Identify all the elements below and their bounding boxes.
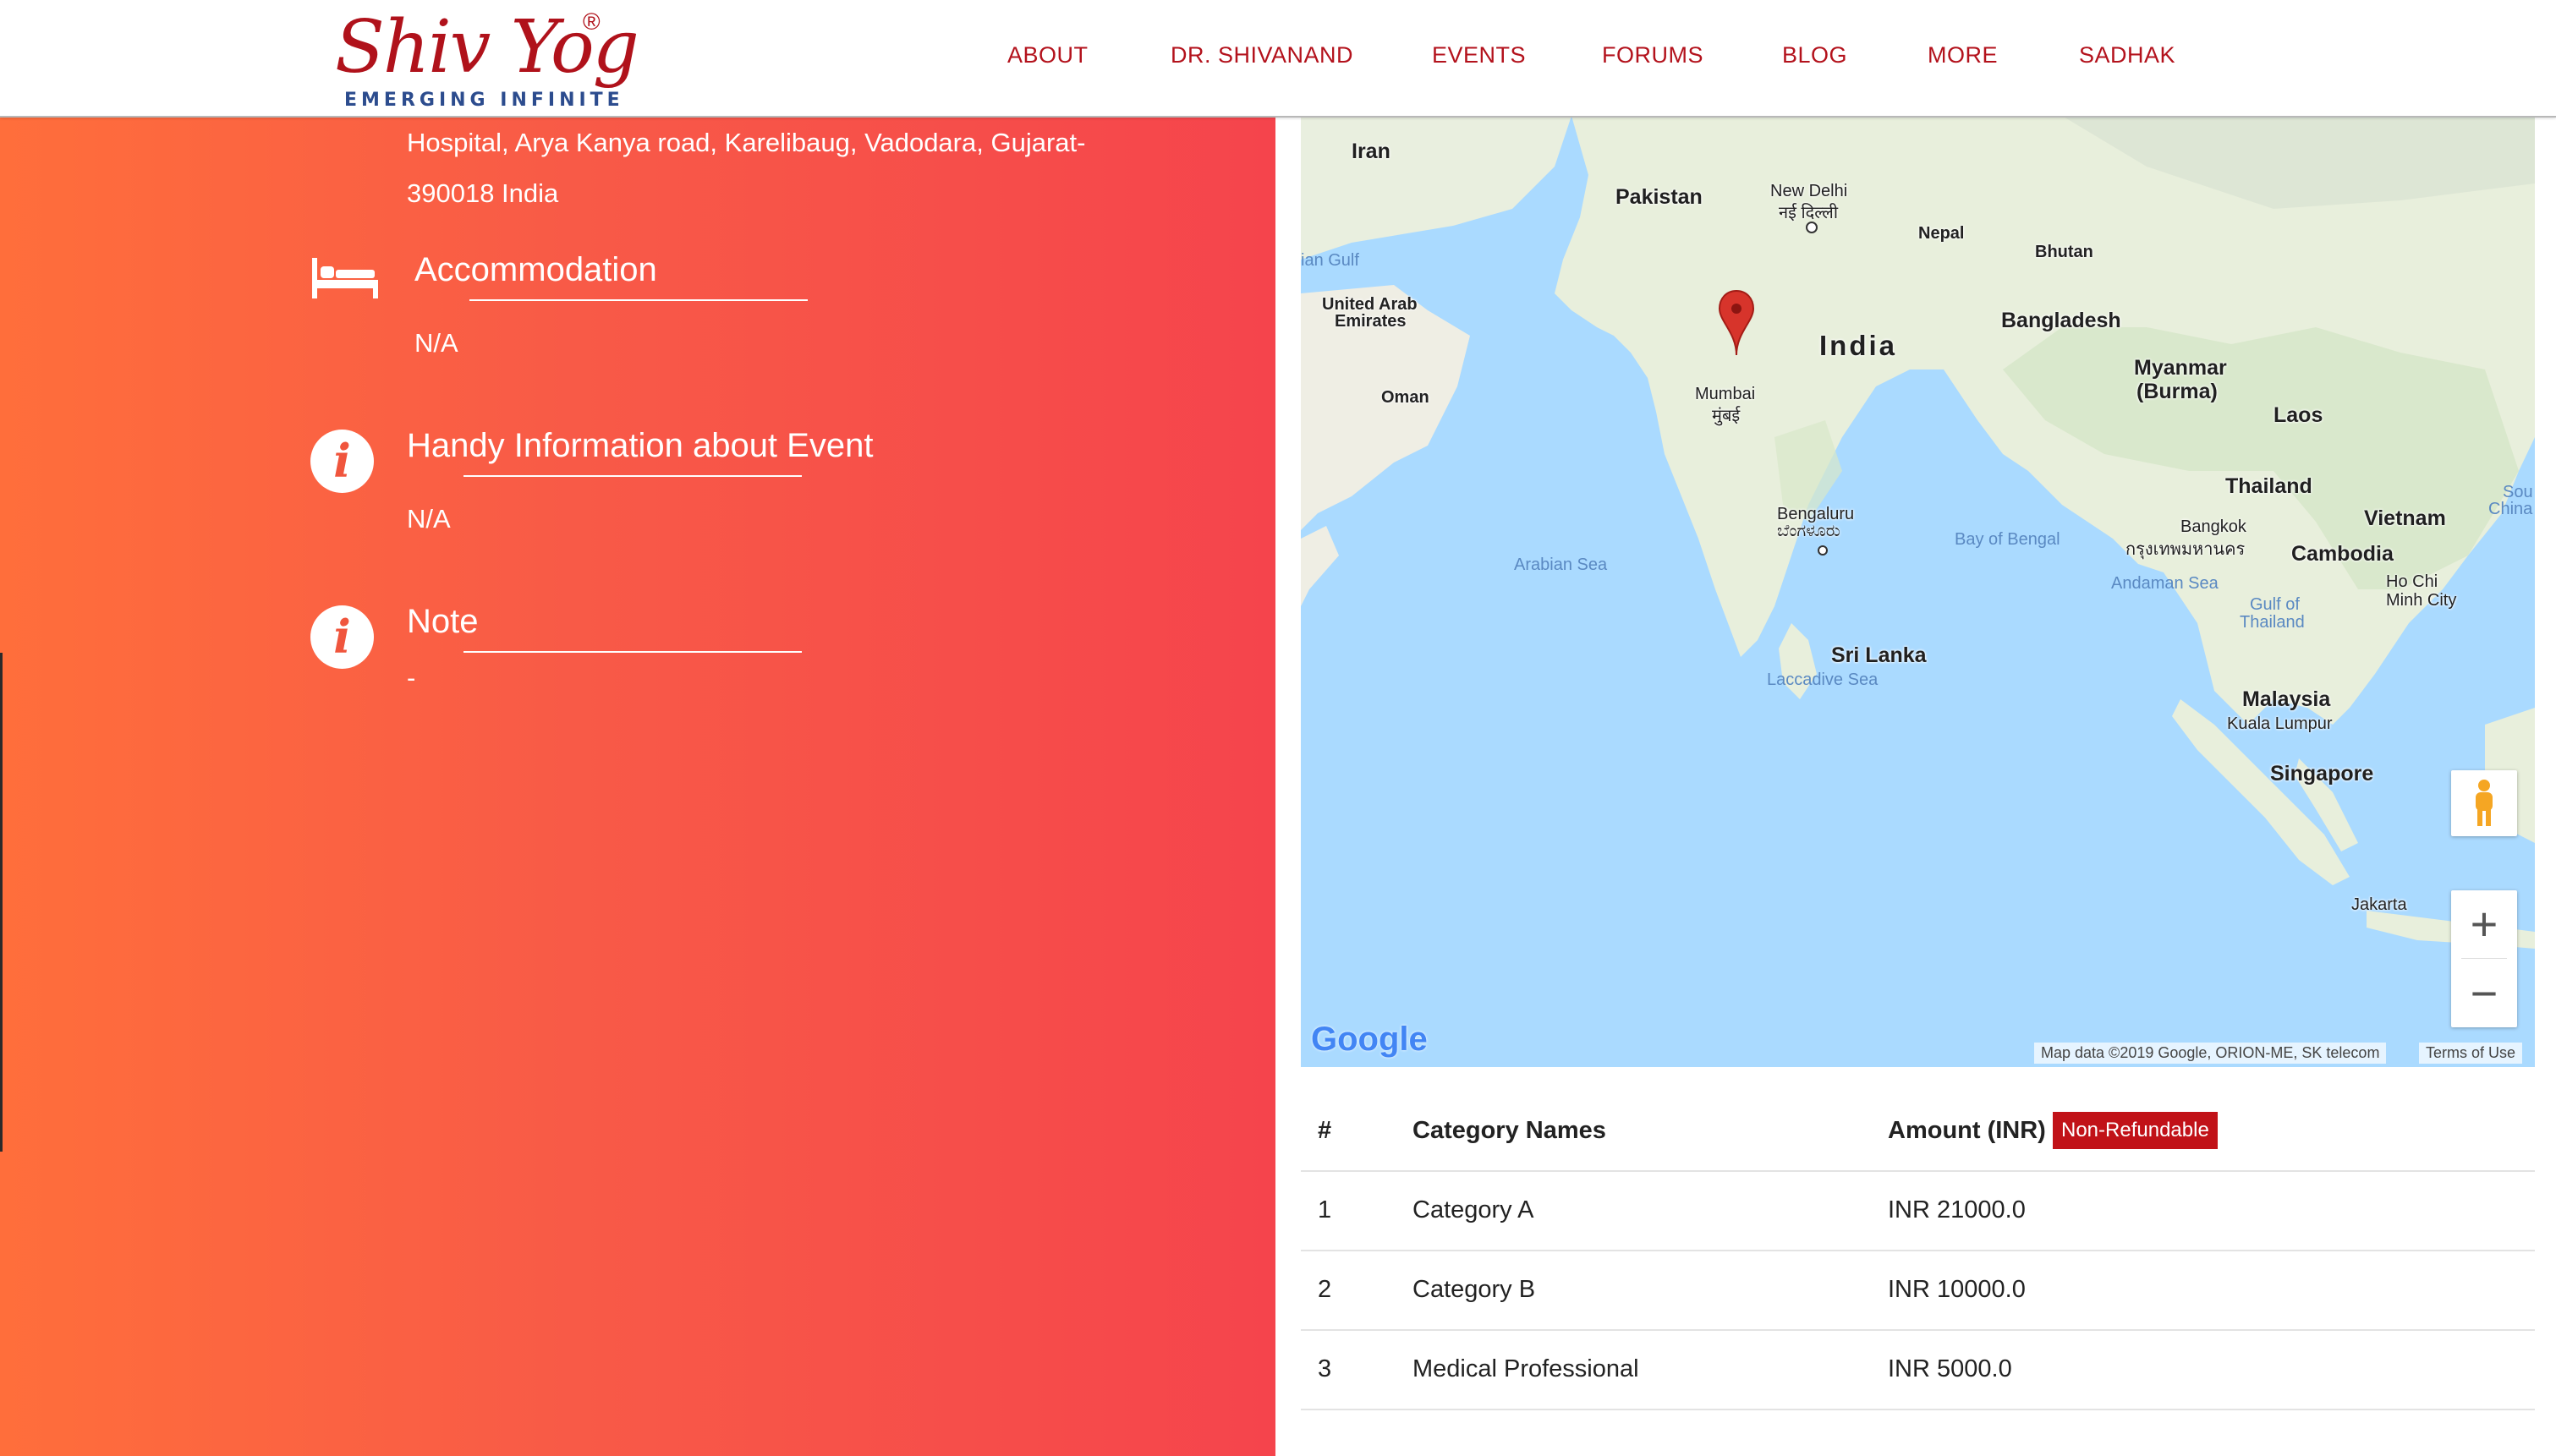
- map-label-gulf-thailand-line2: Thailand: [2240, 613, 2305, 632]
- row-category: Category A: [1412, 1196, 1534, 1223]
- google-map[interactable]: Iran Pakistan New Delhi नई दिल्ली Nepal …: [1301, 116, 2535, 1067]
- info-icon: i: [310, 430, 374, 493]
- registered-mark: ®: [583, 8, 601, 35]
- row-number: 2: [1318, 1276, 1332, 1303]
- map-label-cambodia: Cambodia: [2291, 542, 2394, 566]
- map-label-myanmar: Myanmar: [2134, 356, 2227, 380]
- map-label-bangkok-local: กรุงเทพมหานคร: [2125, 540, 2246, 559]
- address-line-1: Hospital, Arya Kanya road, Karelibaug, V…: [407, 128, 1086, 157]
- note-value: -: [407, 663, 416, 692]
- non-refundable-badge: Non-Refundable: [2053, 1112, 2218, 1149]
- map-label-mumbai-local: मुंबई: [1712, 407, 1741, 425]
- map-label-singapore: Singapore: [2270, 762, 2374, 785]
- row-amount: INR 5000.0: [1888, 1355, 2012, 1382]
- table-row: 3 Medical Professional INR 5000.0: [1301, 1329, 2535, 1410]
- column-amount-header: Amount (INR): [1888, 1117, 2046, 1144]
- note-underline: [463, 651, 802, 653]
- map-label-new-delhi: New Delhi: [1770, 182, 1848, 200]
- map-label-oman: Oman: [1381, 388, 1429, 407]
- bed-icon: [310, 255, 381, 300]
- map-land-shapes: [1301, 116, 2535, 949]
- venue-address: Hospital, Arya Kanya road, Karelibaug, V…: [407, 118, 1151, 219]
- pegman-icon: [2470, 779, 2498, 828]
- nav-events[interactable]: EVENTS: [1432, 42, 1526, 68]
- row-amount: INR 10000.0: [1888, 1276, 2026, 1303]
- zoom-divider: [2461, 958, 2507, 959]
- google-logo[interactable]: Google: [1311, 1021, 1428, 1059]
- map-label-nepal: Nepal: [1918, 224, 1965, 243]
- nav-dr-shivanand[interactable]: DR. SHIVANAND: [1171, 42, 1353, 68]
- table-row: 1 Category A INR 21000.0: [1301, 1170, 2535, 1251]
- nav-about[interactable]: ABOUT: [1007, 42, 1089, 68]
- handy-info-title: Handy Information about Event: [407, 427, 874, 464]
- map-label-bengaluru-local: ಬೆಂಗಳೂರು: [1777, 522, 1840, 540]
- map-label-mumbai: Mumbai: [1695, 385, 1756, 403]
- logo-tagline: EMERGING INFINITE: [344, 90, 624, 111]
- table-row: 2 Category B INR 10000.0: [1301, 1250, 2535, 1331]
- handy-info-value: N/A: [407, 504, 451, 534]
- map-label-bhutan: Bhutan: [2035, 243, 2093, 261]
- new-delhi-dot-icon: [1806, 222, 1818, 233]
- note-title: Note: [407, 603, 479, 640]
- map-label-kuala-lumpur: Kuala Lumpur: [2227, 714, 2333, 733]
- map-label-iran: Iran: [1352, 140, 1390, 163]
- side-drawer-handle[interactable]: [0, 653, 3, 1152]
- note-info-icon: i: [310, 605, 374, 669]
- map-label-arabian-sea: Arabian Sea: [1514, 556, 1608, 574]
- map-label-bay-of-bengal: Bay of Bengal: [1955, 530, 2060, 549]
- map-label-sri-lanka: Sri Lanka: [1831, 643, 1927, 667]
- map-label-ho-chi-minh-line2: Minh City: [2386, 591, 2457, 610]
- map-terms-link[interactable]: Terms of Use: [2419, 1043, 2523, 1064]
- map-attribution: Map data ©2019 Google, ORION-ME, SK tele…: [2034, 1043, 2387, 1064]
- accommodation-title: Accommodation: [414, 251, 657, 288]
- row-amount: INR 21000.0: [1888, 1196, 2026, 1223]
- map-label-new-delhi-local: नई दिल्ली: [1779, 204, 1839, 222]
- row-category: Category B: [1412, 1276, 1536, 1303]
- map-label-south-china-line2: China: [2488, 500, 2533, 518]
- map-label-gulf-thailand-line1: Gulf of: [2250, 595, 2300, 614]
- row-number: 1: [1318, 1196, 1332, 1223]
- map-label-bangladesh: Bangladesh: [2001, 309, 2121, 332]
- map-label-ho-chi-minh-line1: Ho Chi: [2386, 572, 2438, 591]
- event-details-panel: Hospital, Arya Kanya road, Karelibaug, V…: [0, 116, 1275, 1456]
- row-category: Medical Professional: [1412, 1355, 1639, 1382]
- street-view-button[interactable]: [2451, 770, 2517, 836]
- table-header-row: # Category Names Amount (INR) Non-Refund…: [1301, 1091, 2535, 1172]
- zoom-controls: + −: [2451, 890, 2517, 1027]
- map-label-uae-line2: Emirates: [1335, 312, 1407, 331]
- map-label-jakarta: Jakarta: [2351, 895, 2407, 914]
- map-label-india: India: [1819, 330, 1898, 361]
- map-label-thailand: Thailand: [2225, 474, 2312, 498]
- map-label-burma: (Burma): [2136, 380, 2218, 403]
- column-number-header: #: [1318, 1117, 1332, 1144]
- accommodation-value: N/A: [414, 328, 458, 358]
- address-line-2: 390018 India: [407, 178, 559, 208]
- map-label-persian-gulf: ian Gulf: [1301, 251, 1359, 270]
- map-label-andaman-sea: Andaman Sea: [2111, 574, 2219, 593]
- column-category-header: Category Names: [1412, 1117, 1606, 1144]
- nav-forums[interactable]: FORUMS: [1602, 42, 1703, 68]
- shiv-yog-logo[interactable]: Shiv Yog ® EMERGING INFINITE: [332, 5, 639, 111]
- bengaluru-dot-icon: [1818, 545, 1828, 556]
- map-label-vietnam: Vietnam: [2364, 506, 2446, 530]
- nav-more[interactable]: MORE: [1928, 42, 1998, 68]
- handy-info-underline: [463, 475, 802, 477]
- nav-blog[interactable]: BLOG: [1782, 42, 1847, 68]
- map-label-laccadive-sea: Laccadive Sea: [1767, 671, 1879, 689]
- site-header: Shiv Yog ® EMERGING INFINITE ABOUT DR. S…: [0, 0, 2556, 118]
- accommodation-underline: [469, 299, 808, 301]
- map-label-malaysia: Malaysia: [2242, 687, 2331, 711]
- zoom-out-button[interactable]: −: [2451, 960, 2517, 1027]
- map-label-laos: Laos: [2274, 403, 2323, 427]
- row-number: 3: [1318, 1355, 1332, 1382]
- map-label-pakistan: Pakistan: [1615, 185, 1703, 209]
- location-marker-icon[interactable]: [1718, 289, 1755, 357]
- map-label-bangkok: Bangkok: [2180, 517, 2246, 536]
- nav-sadhak[interactable]: SADHAK: [2079, 42, 2175, 68]
- zoom-in-button[interactable]: +: [2451, 890, 2517, 958]
